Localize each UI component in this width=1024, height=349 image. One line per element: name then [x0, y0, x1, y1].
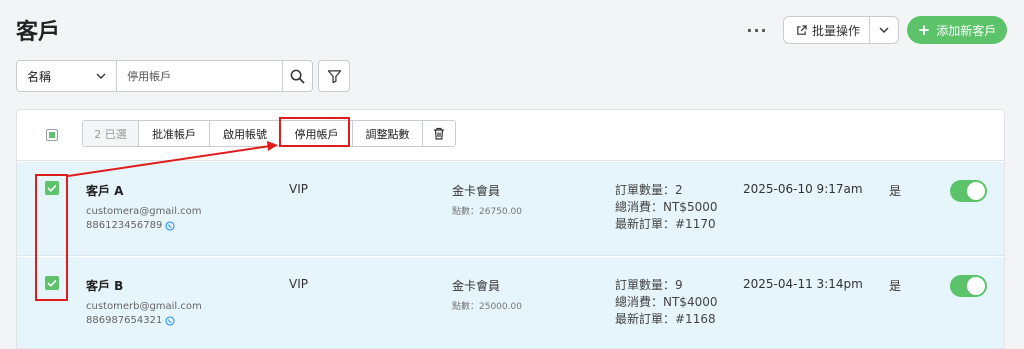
filter-field-select[interactable]: 名稱: [17, 61, 118, 91]
external-link-icon: [797, 24, 807, 35]
table-row[interactable]: 客戶 A customera@gmail.com 886123456789 VI…: [17, 162, 1004, 256]
trash-icon: [434, 127, 444, 140]
bulk-actions-label: 批量操作: [812, 23, 861, 38]
chevron-down-icon: [879, 27, 889, 33]
bulk-toolbar: 2 已選 批准帳戶 啟用帳號 停用帳戶 調整點數: [17, 110, 1004, 161]
order-count: 訂單數量：2: [615, 183, 683, 197]
search-button[interactable]: [283, 61, 312, 91]
annotation-highlight-disable-button: [279, 117, 350, 147]
filter-button[interactable]: [318, 60, 350, 92]
select-all-checkbox[interactable]: [46, 129, 58, 141]
total-spent: 總消費：NT$4000: [615, 295, 718, 309]
chevron-down-icon: [96, 73, 106, 79]
account-toggle[interactable]: [950, 275, 987, 297]
add-customer-label: 添加新客戶: [936, 23, 997, 38]
page-title: 客戶: [16, 20, 61, 45]
enable-account-button[interactable]: 啟用帳號: [210, 121, 281, 146]
customer-date: 2025-06-10 9:17am: [743, 182, 863, 196]
delete-button[interactable]: [423, 121, 455, 146]
customer-points: 點數：26750.00: [452, 207, 522, 217]
customer-phone-number: 886123456789: [86, 220, 163, 231]
customer-flag: 是: [889, 184, 902, 198]
latest-order: 最新訂單：#1170: [615, 217, 716, 231]
adjust-points-button[interactable]: 調整點數: [353, 121, 423, 146]
annotation-highlight-checkboxes: [35, 174, 68, 301]
customer-email: customerb@gmail.com: [86, 301, 202, 312]
account-toggle[interactable]: [950, 180, 987, 202]
membership-level: 金卡會員: [452, 279, 501, 293]
customer-points: 點數：25000.00: [452, 302, 522, 312]
customer-name[interactable]: 客戶 A: [86, 182, 123, 199]
bulk-actions-button[interactable]: 批量操作: [784, 17, 871, 43]
filter-box: 名稱: [16, 60, 313, 92]
customer-date: 2025-04-11 3:14pm: [743, 277, 863, 291]
customer-flag: 是: [889, 279, 902, 293]
order-summary: 訂單數量：2 總消費：NT$5000 最新訂單：#1170: [615, 182, 717, 233]
customer-phone: 886987654321: [86, 315, 175, 326]
table-row[interactable]: 客戶 B customerb@gmail.com 886987654321 VI…: [17, 257, 1004, 348]
customer-phone: 886123456789: [86, 220, 175, 231]
customer-tier: VIP: [289, 277, 308, 291]
approve-account-button[interactable]: 批准帳戶: [139, 121, 210, 146]
add-customer-button[interactable]: + 添加新客戶: [907, 16, 1007, 44]
latest-order: 最新訂單：#1168: [615, 312, 716, 326]
order-count: 訂單數量：9: [615, 278, 683, 292]
whatsapp-icon[interactable]: [165, 315, 175, 326]
filter-search-input[interactable]: [117, 61, 284, 91]
bulk-actions-group: 批量操作: [783, 16, 900, 44]
bulk-action-bar: 2 已選 批准帳戶 啟用帳號 停用帳戶 調整點數: [82, 120, 456, 147]
more-horizontal-icon: ···: [746, 20, 768, 40]
search-icon: [290, 69, 305, 84]
customer-phone-number: 886987654321: [86, 315, 163, 326]
order-summary: 訂單數量：9 總消費：NT$4000 最新訂單：#1168: [615, 277, 717, 328]
plus-icon: +: [917, 21, 931, 39]
bulk-actions-dropdown[interactable]: [870, 17, 898, 43]
more-button[interactable]: ···: [742, 18, 772, 42]
total-spent: 總消費：NT$5000: [615, 200, 718, 214]
customer-tier: VIP: [289, 182, 308, 196]
selected-count: 2 已選: [83, 121, 139, 146]
membership-level: 金卡會員: [452, 184, 501, 198]
funnel-icon: [327, 69, 341, 83]
customer-name[interactable]: 客戶 B: [86, 277, 123, 294]
filter-field-value: 名稱: [27, 69, 52, 84]
customer-table: 2 已選 批准帳戶 啟用帳號 停用帳戶 調整點數 客戶 A customera@…: [16, 109, 1005, 349]
customer-email: customera@gmail.com: [86, 206, 202, 217]
whatsapp-icon[interactable]: [165, 220, 175, 231]
